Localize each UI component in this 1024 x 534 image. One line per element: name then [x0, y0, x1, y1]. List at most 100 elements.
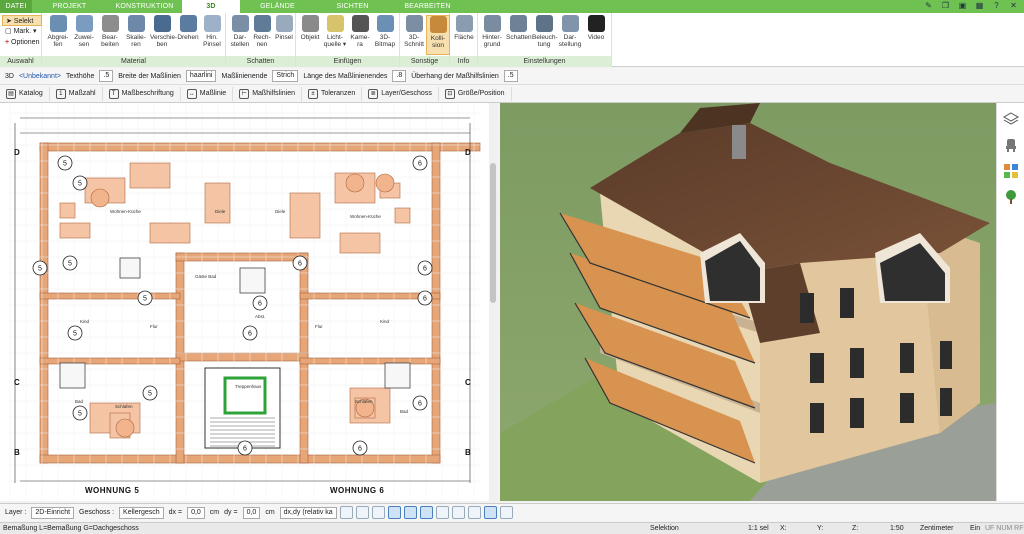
material-button-6[interactable]: Hin. Pinsel	[200, 15, 224, 55]
room-label: Kind	[380, 319, 390, 324]
insert-button-3[interactable]: 3D- Bitmap	[373, 15, 397, 55]
dim-number-button[interactable]: 1 Maßzahl	[55, 86, 103, 101]
select-button[interactable]: ➤ Selekt	[2, 15, 42, 26]
material-button-1[interactable]: Zuwei-sen	[72, 15, 96, 55]
3d-view[interactable]	[500, 103, 996, 501]
dim-line-end-length-input[interactable]: .8	[392, 70, 407, 82]
tab-bearbeiten[interactable]: BEARBEITEN	[390, 0, 465, 13]
grid-toggle-icon[interactable]	[451, 506, 465, 519]
dx-input[interactable]: 0,0	[187, 506, 205, 519]
floor-label: Geschoss :	[79, 509, 115, 516]
line-snap-icon[interactable]	[387, 506, 401, 519]
material-label-line2: sen	[78, 41, 90, 48]
material-label-line1: Abgrei-	[47, 34, 69, 41]
floor-plan-view[interactable]: 5 5 5 5 5 5 6 6 6 6 6 6 6 6 5 5 6 Wohnen-Küche Diele Kind Fl…	[0, 103, 497, 501]
misc-button-1[interactable]: Kolli-sion	[426, 15, 450, 55]
group-label-einfuegen: Einfügen	[296, 56, 399, 67]
shadow-button-0[interactable]: Dar-stellen	[228, 15, 252, 55]
shadow-button-2[interactable]: Pinsel	[272, 15, 296, 55]
chair-icon[interactable]	[1003, 137, 1019, 153]
layout-icon[interactable]: ▣	[958, 1, 967, 10]
info-button-0[interactable]: Fläche	[452, 15, 476, 55]
material-label-line2: ren	[131, 41, 141, 48]
plan-vertical-scrollbar[interactable]	[489, 103, 497, 501]
material-button-0[interactable]: Abgrei-fen	[46, 15, 70, 55]
tab-konstruktion[interactable]: KONSTRUKTION	[107, 0, 182, 13]
settings-icon-0	[483, 15, 501, 32]
material-button-5[interactable]: Drehen	[176, 15, 200, 55]
info-icon-0	[455, 15, 473, 32]
material-button-4[interactable]: Verschie-ben	[150, 15, 177, 55]
insert-label-line1: Kame-	[350, 34, 370, 41]
insert-button-0[interactable]: Objekt	[298, 15, 322, 55]
curve-icon[interactable]	[403, 506, 417, 519]
misc-label-line1: Kolli-	[430, 35, 446, 42]
material-icon-3	[127, 15, 145, 32]
material-button-3[interactable]: Skalie-ren	[124, 15, 148, 55]
tolerances-button[interactable]: ± Toleranzen	[307, 86, 363, 101]
catalog-button[interactable]: ▤ Katalog	[6, 86, 50, 101]
wall-icon[interactable]	[435, 506, 449, 519]
furniture-7	[149, 222, 191, 244]
layers-icon[interactable]	[1002, 111, 1019, 127]
misc-button-0[interactable]: 3D- Schnitt	[402, 15, 426, 55]
north-icon[interactable]	[483, 506, 497, 519]
settings-button-1[interactable]: Schatten	[506, 15, 532, 55]
tab-projekt[interactable]: PROJEKT	[32, 0, 107, 13]
ribbon: ➤ Selekt ▢ Mark. ▾ + Optionen Auswahl Ma…	[0, 13, 1024, 67]
object-snap-icon[interactable]	[467, 506, 481, 519]
material-button-2[interactable]: Bear-beiten	[98, 15, 122, 55]
copy-icon[interactable]: ❐	[941, 1, 950, 10]
close-icon[interactable]: ✕	[1009, 1, 1018, 10]
tree-icon[interactable]	[1003, 189, 1019, 205]
plan-scroll-thumb[interactable]	[490, 163, 496, 303]
tab-datei[interactable]: DATEI	[0, 0, 32, 13]
tab-3d[interactable]: 3D	[182, 0, 240, 13]
group-schatten: Schatten Dar-stellen Rech-nen Pinsel	[226, 13, 296, 67]
insert-button-1[interactable]: Licht-quelle ▾	[323, 15, 347, 55]
size-position-button[interactable]: ⊡ Größe/Position	[444, 86, 512, 101]
dim-text-button[interactable]: T Maßbeschriftung	[108, 86, 181, 101]
tab-gelaende[interactable]: GELÄNDE	[240, 0, 315, 13]
settings-button-0[interactable]: Hinter-grund	[480, 15, 504, 55]
dim-line-end-dropdown[interactable]: Strich	[272, 70, 299, 82]
room-number: 5	[68, 261, 72, 268]
shadow-button-1[interactable]: Rech-nen	[250, 15, 274, 55]
settings-button-2[interactable]: Beleuch-tung	[532, 15, 558, 55]
text-height-input[interactable]: .5	[99, 70, 114, 82]
settings-button-3[interactable]: Dar-stellung	[558, 15, 582, 55]
measure-icon[interactable]	[371, 506, 385, 519]
insert-button-2[interactable]: Kame-ra	[348, 15, 372, 55]
dim-line-button[interactable]: ↔ Maßlinie	[186, 86, 234, 101]
3d-building-render[interactable]	[500, 103, 996, 501]
tab-sichten[interactable]: SICHTEN	[315, 0, 390, 13]
floor-plan-drawing[interactable]: 5 5 5 5 5 5 6 6 6 6 6 6 6 6 5 5 6 Wohnen-Küche Diele Kind Fl…	[0, 103, 489, 501]
options-button[interactable]: + Optionen	[2, 37, 42, 48]
catalog-label: Katalog	[19, 90, 43, 97]
size-position-label: Größe/Position	[457, 90, 505, 97]
layer-dropdown[interactable]: <Unbekannt>	[19, 73, 61, 80]
tolerances-icon: ±	[307, 88, 318, 99]
material-label-line1: Hin.	[206, 34, 218, 41]
pin-icon[interactable]: ✎	[924, 1, 933, 10]
grid-icon[interactable]: ▦	[975, 1, 984, 10]
relative-mode-select[interactable]: dx,dy (relativ ka	[279, 506, 337, 519]
floor-select[interactable]: Kellergesch	[119, 506, 164, 519]
overhang-input[interactable]: .5	[503, 70, 518, 82]
dim-helper-label: Maßhilfslinien	[252, 90, 295, 97]
mark-button[interactable]: ▢ Mark. ▾	[2, 26, 42, 37]
layer-floor-button[interactable]: ≣ Layer/Geschoss	[368, 86, 439, 101]
layer-select[interactable]: 2D-Einricht	[31, 506, 75, 519]
furniture-1	[129, 162, 171, 189]
fill-icon[interactable]	[419, 506, 433, 519]
help-icon[interactable]: ?	[992, 1, 1001, 10]
settings-icon[interactable]	[499, 506, 513, 519]
clock-icon[interactable]	[339, 506, 353, 519]
misc-label-line2: sion	[432, 42, 444, 49]
dy-input[interactable]: 0,0	[242, 506, 261, 519]
settings-button-4[interactable]: Video	[584, 15, 608, 55]
dim-helper-lines-button[interactable]: ⊢ Maßhilfslinien	[239, 86, 302, 101]
snap-icon[interactable]	[355, 506, 369, 519]
material-palette-icon[interactable]	[1003, 163, 1019, 179]
dim-line-width-dropdown[interactable]: haarlini	[185, 70, 217, 82]
